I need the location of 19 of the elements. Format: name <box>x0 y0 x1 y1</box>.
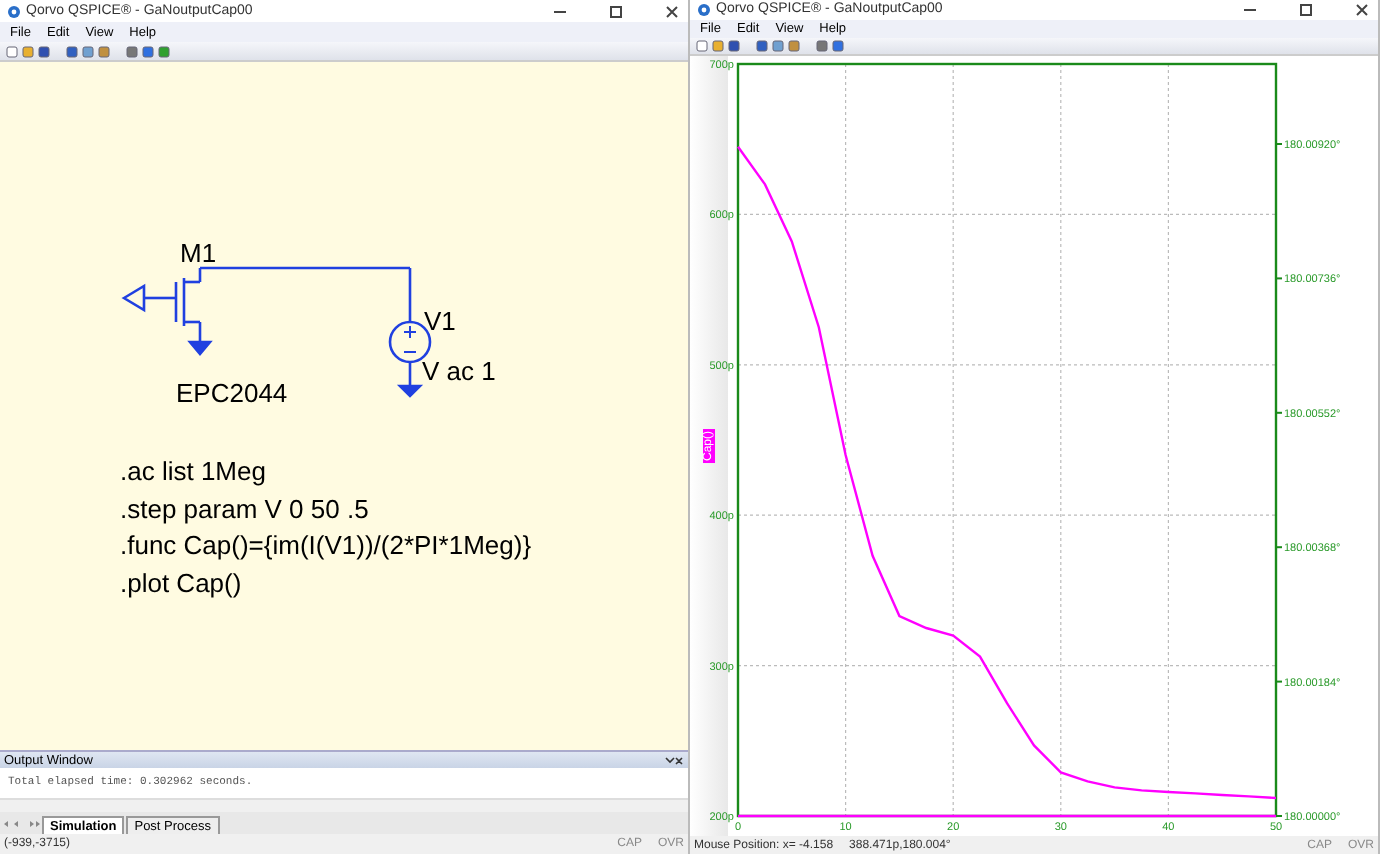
minimize-icon[interactable] <box>552 5 568 17</box>
close-icon[interactable] <box>1354 3 1370 16</box>
tab-navigation-icon[interactable] <box>4 820 40 828</box>
component-value: V ac 1 <box>422 356 496 386</box>
minimize-icon[interactable] <box>1242 3 1258 16</box>
component-label: V1 <box>424 306 456 336</box>
spice-directive: .ac list 1Meg <box>120 456 266 486</box>
app-icon[interactable] <box>698 3 710 16</box>
app-icon[interactable] <box>8 5 20 17</box>
maximize-icon[interactable] <box>1298 3 1314 16</box>
spice-directive: .func Cap()={im(I(V1))/(2*PI*1Meg)} <box>120 530 532 560</box>
spice-directive: .plot Cap() <box>120 567 242 597</box>
pin-close-icon[interactable] <box>664 755 684 765</box>
close-icon[interactable] <box>664 5 680 17</box>
horizontal-scrollbar[interactable] <box>0 798 688 812</box>
component-value: EPC2044 <box>176 378 288 408</box>
maximize-icon[interactable] <box>608 5 624 17</box>
component-label: M1 <box>180 238 217 268</box>
spice-directive: .step param V 0 50 .5 <box>120 493 369 523</box>
